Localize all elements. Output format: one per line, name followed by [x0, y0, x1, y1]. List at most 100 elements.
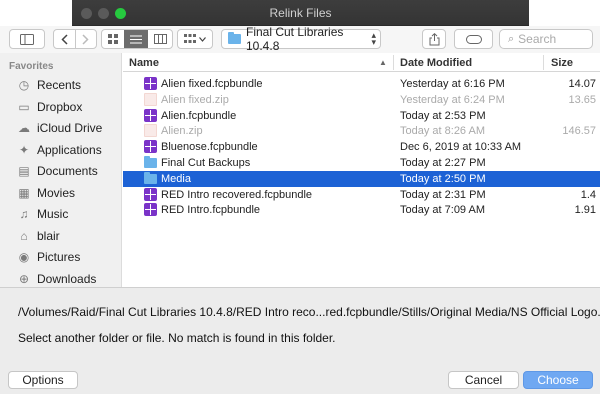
folder-icon	[228, 32, 241, 44]
zip-file-icon	[144, 124, 157, 138]
fcpbundle-icon	[144, 108, 157, 122]
file-name: RED Intro recovered.fcpbundle	[161, 188, 313, 201]
file-size: 1.4	[580, 188, 596, 201]
sidebar-header: Favorites	[9, 61, 54, 72]
view-mode-control	[101, 29, 173, 49]
fcpbundle-icon	[144, 140, 157, 154]
fcpbundle-icon	[144, 187, 157, 201]
title-bar: Relink Files	[72, 0, 529, 26]
file-date: Today at 7:09 AM	[400, 204, 485, 217]
file-row[interactable]: RED Intro.fcpbundle Today at 7:09 AM 1.91	[123, 202, 600, 218]
sidebar-item-label: blair	[37, 228, 60, 243]
file-date: Dec 6, 2019 at 10:33 AM	[400, 141, 522, 154]
sidebar-item-documents[interactable]: ▤ Documents	[16, 162, 98, 180]
column-header: Name ▲ Date Modified Size	[123, 53, 600, 72]
missing-file-path: /Volumes/Raid/Final Cut Libraries 10.4.8…	[18, 305, 600, 319]
icon-view-button[interactable]	[102, 30, 124, 48]
file-row[interactable]: Media Today at 2:50 PM	[123, 170, 600, 187]
sidebar-item-label: Recents	[37, 78, 82, 92]
file-date: Today at 2:27 PM	[400, 157, 486, 169]
tag-icon	[465, 34, 482, 44]
sidebar-item-label: Documents	[37, 164, 98, 178]
chevron-left-icon	[61, 33, 68, 45]
sidebar: Favorites ◷ Recents ▭ Dropbox ☁ iCloud Drive ✦…	[0, 53, 122, 287]
file-name: Bluenose.fcpbundle	[161, 141, 258, 154]
file-date: Today at 2:53 PM	[400, 109, 486, 122]
file-name: Final Cut Backups	[161, 157, 251, 169]
sidebar-item-label: Dropbox	[37, 99, 83, 114]
sidebar-item-label: Downloads	[37, 271, 97, 286]
file-row[interactable]: Alien fixed.zip Yesterday at 6:24 PM 13.65	[123, 92, 600, 108]
location-popup[interactable]: Final Cut Libraries 10.4.8 ▴ ▾	[221, 25, 381, 53]
name-column-header[interactable]: Name	[129, 57, 159, 69]
cancel-button[interactable]: Cancel	[448, 371, 519, 389]
size-column-header[interactable]: Size	[551, 57, 573, 69]
sidebar-item-label: Pictures	[37, 250, 81, 264]
updown-arrows-icon: ▴ ▾	[371, 30, 376, 47]
documents-icon: ▤	[18, 164, 30, 178]
file-size: 146.57	[562, 125, 596, 138]
sort-ascending-icon: ▲	[379, 58, 387, 67]
file-date: Yesterday at 6:16 PM	[400, 78, 505, 90]
forward-button[interactable]	[75, 33, 96, 45]
file-row[interactable]: Alien fixed.fcpbundle Yesterday at 6:16 P…	[123, 76, 600, 92]
file-date: Today at 2:31 PM	[400, 188, 486, 201]
share-icon	[429, 32, 439, 45]
file-size: 1.91	[574, 204, 596, 217]
file-row[interactable]: Alien.zip Today at 8:26 AM 146.57	[123, 123, 600, 139]
file-row[interactable]: Bluenose.fcpbundle Dec 6, 2019 at 10:33 A…	[123, 139, 600, 155]
home-icon: ⌂	[20, 228, 28, 243]
column-view-button[interactable]	[148, 30, 173, 48]
file-name: Alien.zip	[161, 125, 203, 138]
options-button[interactable]: Options	[8, 371, 78, 389]
music-icon: ♫	[19, 207, 29, 221]
share-button[interactable]	[422, 29, 446, 49]
sidebar-item-movies[interactable]: ▦ Movies	[16, 184, 75, 202]
group-by-button[interactable]	[177, 29, 213, 49]
window-title: Relink Files	[269, 6, 332, 20]
sidebar-item-music[interactable]: ♫ Music	[16, 205, 69, 223]
search-icon: ⌕	[508, 32, 515, 45]
sidebar-item-label: Movies	[37, 185, 76, 200]
folder-icon	[144, 171, 157, 184]
file-date: Yesterday at 6:24 PM	[400, 93, 505, 106]
file-name: Alien fixed.fcpbundle	[161, 78, 263, 90]
file-name: Media	[161, 172, 191, 185]
choose-button[interactable]: Choose	[523, 371, 593, 389]
file-row[interactable]: Alien.fcpbundle Today at 2:53 PM	[123, 108, 600, 124]
file-row[interactable]: Final Cut Backups Today at 2:27 PM	[123, 155, 600, 171]
back-button[interactable]	[54, 33, 75, 45]
sidebar-item-label: iCloud Drive	[37, 121, 103, 135]
sidebar-item-dropbox[interactable]: ▭ Dropbox	[16, 98, 82, 116]
date-column-header[interactable]: Date Modified	[400, 57, 472, 69]
file-date: Today at 8:26 AM	[400, 125, 485, 138]
file-date: Today at 2:50 PM	[400, 172, 486, 185]
search-placeholder: Search	[518, 32, 557, 46]
chevron-down-icon	[199, 36, 206, 42]
list-icon	[130, 35, 142, 43]
recents-icon: ◷	[18, 78, 30, 92]
icloud-icon: ☁	[18, 121, 30, 135]
search-field[interactable]: ⌕ Search	[499, 29, 593, 49]
sidebar-item-pictures[interactable]: ◉ Pictures	[16, 248, 81, 266]
file-row[interactable]: RED Intro recovered.fcpbundle Today at 2:…	[123, 187, 600, 203]
sidebar-item-label: Applications	[37, 142, 102, 157]
columns-icon	[154, 34, 167, 44]
sidebar-item-applications[interactable]: ✦ Applications	[16, 141, 102, 159]
dropbox-icon: ▭	[18, 99, 30, 114]
list-view-button[interactable]	[124, 30, 148, 48]
grid-icon	[108, 34, 118, 44]
sidebar-item-icloud-drive[interactable]: ☁ iCloud Drive	[16, 119, 102, 137]
sidebar-item-recents[interactable]: ◷ Recents	[16, 76, 81, 94]
tags-button[interactable]	[454, 29, 493, 49]
zip-file-icon	[144, 92, 157, 106]
sidebar-toggle-button[interactable]	[9, 29, 45, 49]
folder-icon	[144, 156, 157, 168]
movies-icon: ▦	[18, 185, 30, 200]
pictures-icon: ◉	[18, 250, 30, 264]
status-message: Select another folder or file. No match …	[18, 331, 336, 345]
applications-icon: ✦	[18, 142, 30, 157]
sidebar-item-downloads[interactable]: ⊕ Downloads	[16, 270, 96, 288]
toolbar: Final Cut Libraries 10.4.8 ▴ ▾ ⌕ Search	[0, 25, 600, 53]
sidebar-item-blair[interactable]: ⌂ blair	[16, 227, 60, 245]
